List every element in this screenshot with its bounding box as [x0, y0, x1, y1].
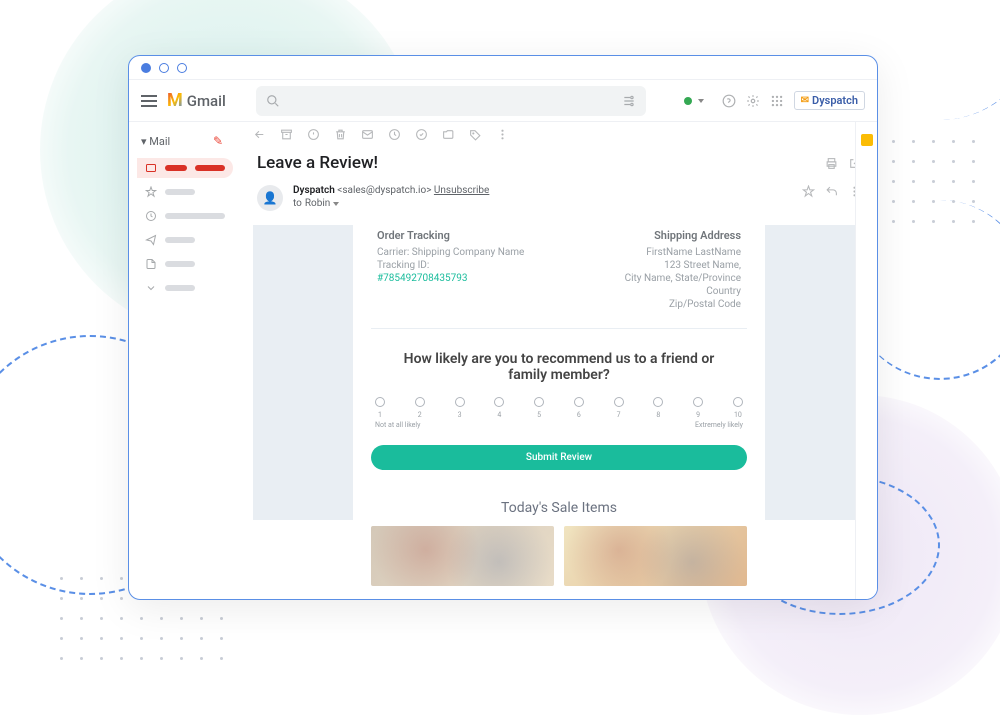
window-dot[interactable]: [141, 63, 151, 73]
window-dot[interactable]: [159, 63, 169, 73]
move-icon[interactable]: [442, 128, 455, 141]
sidebar-item-sent[interactable]: [137, 230, 233, 250]
menu-icon[interactable]: [141, 95, 157, 107]
nps-option-7[interactable]: 7: [614, 397, 624, 419]
sender-email: <sales@dyspatch.io>: [337, 185, 431, 196]
search-input[interactable]: [256, 86, 646, 116]
email-subject: Leave a Review!: [257, 153, 378, 173]
sent-icon: [145, 234, 157, 246]
sidebar-item-snoozed[interactable]: [137, 206, 233, 226]
delete-icon[interactable]: [334, 128, 347, 141]
sidebar-item-starred[interactable]: [137, 182, 233, 202]
decorative-dots: [872, 140, 980, 228]
nps-option-10[interactable]: 10: [733, 397, 743, 419]
shipping-title: Shipping Address: [625, 229, 741, 242]
label-icon[interactable]: [469, 128, 482, 141]
spam-icon[interactable]: [307, 128, 320, 141]
nps-question: How likely are you to recommend us to a …: [371, 329, 747, 393]
nps-option-2[interactable]: 2: [415, 397, 425, 419]
back-icon[interactable]: [253, 128, 266, 141]
chevron-down-icon: [145, 282, 157, 294]
window-title-bar: [129, 56, 877, 80]
browser-window: MGmail Dyspatch ▾ Mail ✎: [128, 55, 878, 600]
gmail-logo[interactable]: MGmail: [167, 90, 226, 111]
nps-scale: 1 2 3 4 5 6 7 8 9 10: [371, 397, 747, 419]
window-dot[interactable]: [177, 63, 187, 73]
nps-option-8[interactable]: 8: [653, 397, 663, 419]
chevron-down-icon: [698, 99, 704, 103]
email-toolbar: [241, 122, 877, 147]
email-image-left: [253, 225, 353, 520]
nps-label-high: Extremely likely: [695, 421, 743, 429]
apps-icon[interactable]: [770, 94, 784, 108]
addon-icon[interactable]: [861, 134, 873, 146]
help-icon[interactable]: [722, 94, 736, 108]
search-icon: [266, 94, 280, 108]
nps-option-5[interactable]: 5: [534, 397, 544, 419]
submit-review-button[interactable]: Submit Review: [371, 445, 747, 470]
inbox-icon: [145, 162, 157, 174]
nps-option-1[interactable]: 1: [375, 397, 385, 419]
sale-item-image[interactable]: [371, 526, 554, 586]
nps-option-6[interactable]: 6: [574, 397, 584, 419]
main-content: Leave a Review! 👤 Dyspatch <sales@dyspat…: [241, 122, 877, 599]
sender-name: Dyspatch: [293, 185, 335, 196]
clock-icon: [145, 210, 157, 222]
more-icon[interactable]: [496, 128, 509, 141]
mark-unread-icon[interactable]: [361, 128, 374, 141]
tune-icon[interactable]: [622, 94, 636, 108]
compose-button[interactable]: ✎: [207, 130, 229, 152]
print-icon[interactable]: [825, 157, 838, 170]
avatar: 👤: [257, 185, 283, 211]
snooze-icon[interactable]: [388, 128, 401, 141]
nps-label-low: Not at all likely: [375, 421, 420, 429]
recipient-line[interactable]: to Robin: [293, 198, 792, 209]
tracking-id-link[interactable]: #785492708435793: [377, 273, 524, 284]
app-name: Gmail: [187, 92, 226, 110]
nps-option-9[interactable]: 9: [693, 397, 703, 419]
unsubscribe-link[interactable]: Unsubscribe: [434, 185, 489, 196]
sidebar-item-drafts[interactable]: [137, 254, 233, 274]
sale-item-image[interactable]: [564, 526, 747, 586]
gear-icon[interactable]: [746, 94, 760, 108]
star-icon: [145, 186, 157, 198]
nps-option-3[interactable]: 3: [455, 397, 465, 419]
addons-sidebar: [855, 122, 877, 599]
dyspatch-badge[interactable]: Dyspatch: [794, 91, 865, 110]
sidebar: ▾ Mail ✎: [129, 122, 241, 599]
sidebar-item-inbox[interactable]: [137, 158, 233, 178]
sale-title: Today's Sale Items: [371, 484, 747, 526]
file-icon: [145, 258, 157, 270]
order-tracking-title: Order Tracking: [377, 229, 524, 242]
star-icon[interactable]: [802, 185, 815, 198]
nps-option-4[interactable]: 4: [494, 397, 504, 419]
status-indicator[interactable]: [676, 95, 712, 107]
add-task-icon[interactable]: [415, 128, 428, 141]
email-image-right: [765, 225, 865, 520]
gmail-header: MGmail Dyspatch: [129, 80, 877, 122]
reply-icon[interactable]: [825, 185, 838, 198]
archive-icon[interactable]: [280, 128, 293, 141]
sidebar-item-more[interactable]: [137, 278, 233, 298]
mail-dropdown[interactable]: ▾ Mail ✎: [137, 128, 233, 154]
chevron-down-icon: [333, 202, 339, 206]
